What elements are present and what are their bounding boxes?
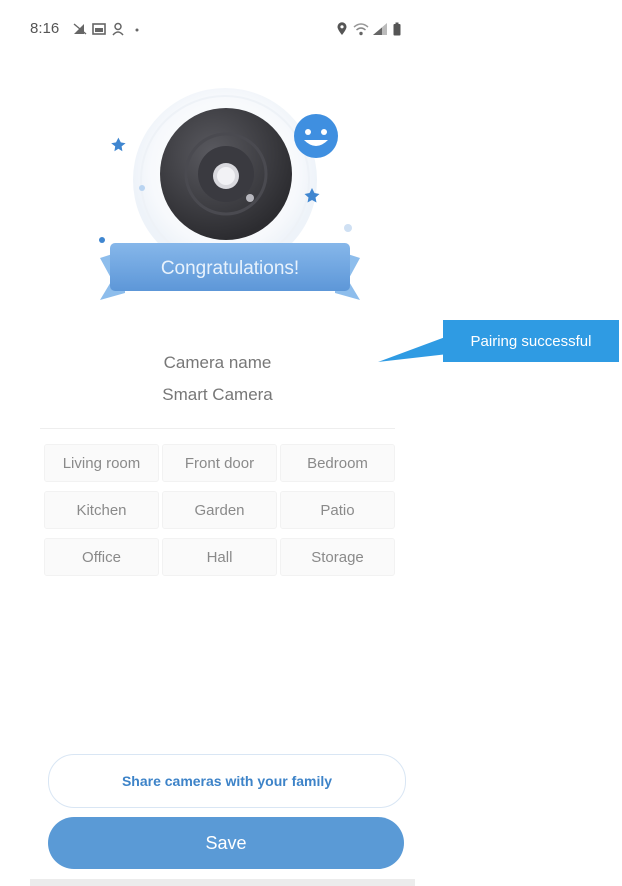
battery-icon	[393, 22, 401, 36]
location-icon	[337, 22, 347, 35]
navigation-bar	[30, 879, 415, 886]
camera-name-value[interactable]: Smart Camera	[40, 384, 395, 406]
mute-notification-icon	[73, 23, 87, 35]
camera-name-section: Camera name Smart Camera	[40, 352, 395, 406]
room-chip-living-room[interactable]: Living room	[44, 444, 159, 482]
share-cameras-button[interactable]: Share cameras with your family	[48, 754, 406, 808]
room-chip-bedroom[interactable]: Bedroom	[280, 444, 395, 482]
phone-screen: 8:16 Congratulations! Camera name Smart …	[0, 0, 430, 886]
status-bar: 8:16	[0, 0, 430, 60]
room-chip-garden[interactable]: Garden	[162, 491, 277, 529]
star-icon	[111, 137, 126, 152]
room-chip-hall[interactable]: Hall	[162, 538, 277, 576]
image-icon	[92, 23, 106, 35]
room-suggestion-grid: Living room Front door Bedroom Kitchen G…	[44, 444, 395, 576]
room-chip-storage[interactable]: Storage	[280, 538, 395, 576]
divider	[40, 428, 395, 429]
wifi-icon	[353, 23, 369, 36]
camera-name-label: Camera name	[163, 353, 272, 372]
room-chip-front-door[interactable]: Front door	[162, 444, 277, 482]
dot-icon	[135, 28, 139, 32]
status-time: 8:16	[30, 20, 60, 37]
room-chip-kitchen[interactable]: Kitchen	[44, 491, 159, 529]
room-chip-office[interactable]: Office	[44, 538, 159, 576]
camera-success-illustration: Congratulations!	[99, 88, 360, 300]
banner-text: Congratulations!	[161, 258, 299, 279]
person-icon	[112, 22, 124, 36]
signal-icon	[373, 23, 387, 35]
smiley-icon	[294, 114, 338, 158]
room-chip-patio[interactable]: Patio	[280, 491, 395, 529]
pairing-successful-callout: Pairing successful	[443, 320, 619, 362]
save-button[interactable]: Save	[48, 817, 404, 869]
